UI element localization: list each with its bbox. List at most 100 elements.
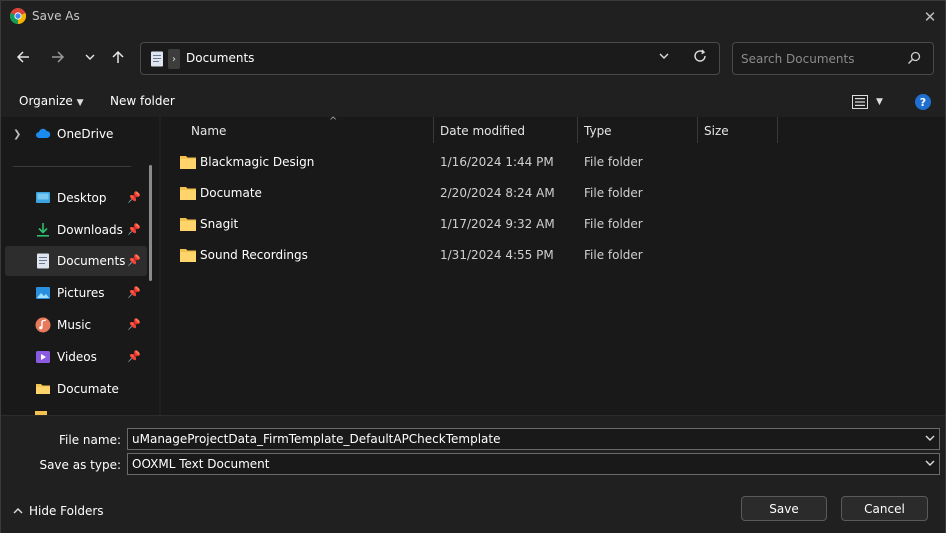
sidebar-item-documate[interactable]: Documate — [5, 374, 147, 404]
sidebar-item-label: Documents — [57, 254, 126, 268]
save-form: File name: uManageProjectData_FirmTempla… — [1, 415, 945, 533]
address-dropdown-button[interactable] — [659, 51, 669, 64]
chevron-up-icon — [13, 508, 23, 514]
change-view-button[interactable]: ▼ — [852, 94, 892, 110]
sidebar-item-label: Videos — [57, 350, 97, 364]
sidebar-item-desktop[interactable]: Desktop 📌 — [5, 183, 147, 213]
breadcrumb[interactable]: Documents — [186, 51, 254, 65]
caret-down-icon: ▼ — [76, 98, 84, 108]
new-folder-label: New folder — [110, 94, 175, 108]
document-icon — [37, 253, 49, 269]
file-date: 1/16/2024 1:44 PM — [440, 155, 554, 169]
sidebar-scrollbar[interactable] — [149, 165, 152, 281]
desktop-icon — [36, 192, 50, 203]
column-header-date[interactable]: Date modified — [434, 117, 578, 143]
arrow-right-icon — [52, 51, 65, 63]
pin-icon: 📌 — [127, 254, 141, 267]
breadcrumb-separator[interactable]: › — [168, 49, 180, 69]
pin-icon: 📌 — [127, 350, 141, 363]
file-list: Name ^ Date modified Type Size Blackmagi… — [161, 116, 945, 415]
sidebar-item-label: Downloads — [57, 223, 123, 237]
column-header-label: Name — [191, 124, 227, 138]
pin-icon: 📌 — [127, 286, 141, 299]
save-as-dialog: Save As ✕ › Documents Search Documents O… — [0, 0, 946, 533]
refresh-button[interactable] — [693, 49, 707, 67]
file-date: 2/20/2024 8:24 AM — [440, 186, 555, 200]
chevron-down-icon — [85, 54, 95, 60]
file-name: Blackmagic Design — [200, 155, 315, 169]
sidebar-item-label: Pictures — [57, 286, 105, 300]
column-header-label: Type — [584, 124, 612, 138]
table-row[interactable]: Blackmagic Design 1/16/2024 1:44 PM File… — [161, 147, 945, 178]
column-header-name[interactable]: Name ^ — [185, 116, 434, 143]
table-row[interactable]: Documate 2/20/2024 8:24 AM File folder — [161, 178, 945, 209]
folder-icon — [180, 156, 196, 169]
file-type: File folder — [584, 155, 643, 169]
refresh-icon — [694, 49, 706, 62]
sidebar-item-label: Documate — [57, 382, 119, 396]
help-icon[interactable]: ? — [915, 94, 931, 110]
file-name: Documate — [200, 186, 262, 200]
folder-icon — [180, 249, 196, 262]
sidebar-divider — [13, 166, 131, 167]
file-name-value: uManageProjectData_FirmTemplate_DefaultA… — [132, 432, 501, 446]
cancel-button[interactable]: Cancel — [841, 496, 928, 521]
organize-menu[interactable]: Organize ▼ — [19, 94, 84, 108]
table-row[interactable]: Snagit 1/17/2024 9:32 AM File folder — [161, 209, 945, 240]
chevron-down-icon — [659, 53, 669, 59]
search-input[interactable] — [741, 50, 901, 68]
navigation-pane: ❯ OneDrive Desktop 📌 Downloads 📌 Documen… — [1, 117, 159, 415]
table-row[interactable]: Sound Recordings 1/31/2024 4:55 PM File … — [161, 240, 945, 271]
sort-up-icon: ^ — [329, 116, 338, 127]
pictures-icon — [36, 287, 50, 299]
up-button[interactable] — [105, 44, 131, 70]
details-view-icon — [852, 95, 868, 109]
caret-down-icon: ▼ — [876, 97, 883, 107]
search-box — [732, 42, 934, 75]
file-type: File folder — [584, 248, 643, 262]
chevron-down-icon[interactable] — [925, 458, 935, 471]
save-type-label: Save as type: — [39, 458, 121, 472]
pin-icon: 📌 — [127, 318, 141, 331]
search-icon[interactable] — [907, 51, 921, 65]
save-button[interactable]: Save — [741, 496, 827, 521]
file-name: Snagit — [200, 217, 239, 231]
sidebar-item-music[interactable]: Music 📌 — [5, 310, 147, 340]
file-name-label: File name: — [59, 433, 121, 447]
window-title: Save As — [32, 9, 80, 23]
column-header-type[interactable]: Type — [578, 117, 698, 143]
sidebar-item-label: Desktop — [57, 191, 107, 205]
sidebar-item-pictures[interactable]: Pictures 📌 — [5, 278, 147, 308]
address-bar[interactable]: › Documents — [140, 42, 720, 75]
organize-label: Organize — [19, 94, 73, 108]
back-button[interactable] — [10, 44, 36, 70]
download-icon — [37, 223, 49, 237]
column-header-label: Date modified — [440, 124, 526, 138]
new-folder-button[interactable]: New folder — [110, 94, 175, 108]
sidebar-item-onedrive[interactable]: ❯ OneDrive — [5, 119, 147, 149]
navigation-bar: › Documents — [1, 32, 945, 86]
sidebar-item-downloads[interactable]: Downloads 📌 — [5, 215, 147, 245]
forward-button[interactable] — [45, 44, 71, 70]
command-bar: Organize ▼ New folder ▼ ? — [1, 86, 945, 117]
sidebar-item-documents[interactable]: Documents 📌 — [5, 246, 147, 276]
file-name-field[interactable]: uManageProjectData_FirmTemplate_DefaultA… — [127, 428, 940, 450]
hide-folders-button[interactable]: Hide Folders — [13, 504, 104, 518]
close-icon: ✕ — [923, 7, 937, 26]
chevron-right-icon: › — [172, 53, 176, 65]
chrome-icon — [10, 8, 26, 24]
sidebar-item-label: OneDrive — [57, 127, 114, 141]
document-icon — [151, 51, 163, 67]
save-type-select[interactable]: OOXML Text Document — [127, 453, 940, 475]
folder-icon — [36, 384, 50, 394]
recent-locations-button[interactable] — [77, 44, 103, 70]
save-type-value: OOXML Text Document — [132, 457, 270, 471]
file-date: 1/17/2024 9:32 AM — [440, 217, 555, 231]
pin-icon: 📌 — [127, 191, 141, 204]
chevron-right-icon[interactable]: ❯ — [13, 129, 21, 140]
column-header-size[interactable]: Size — [698, 117, 778, 143]
sidebar-item-videos[interactable]: Videos 📌 — [5, 342, 147, 372]
column-header-label: Size — [704, 124, 729, 138]
chevron-down-icon[interactable] — [925, 433, 935, 446]
close-button[interactable]: ✕ — [915, 1, 945, 32]
